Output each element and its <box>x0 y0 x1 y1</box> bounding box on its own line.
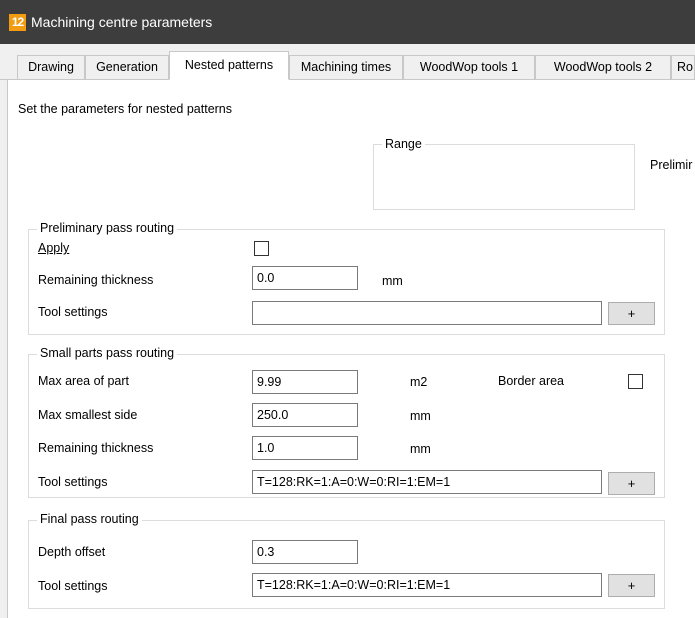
max-area-label: Max area of part <box>38 374 130 388</box>
app-icon: 12 <box>9 14 26 31</box>
preliminary-tool-label: Tool settings <box>38 305 108 319</box>
small-parts-tool-add-button[interactable]: + <box>608 472 655 495</box>
title-bar: 12 Machining centre parameters <box>0 0 695 44</box>
tab-generation[interactable]: Generation <box>85 55 169 79</box>
depth-offset-label: Depth offset <box>38 545 106 559</box>
preliminary-remaining-unit: mm <box>382 274 403 288</box>
preliminary-remaining-label: Remaining thickness <box>38 273 154 287</box>
preliminary-pass-legend: Preliminary pass routing <box>37 221 178 235</box>
tab-nested-patterns[interactable]: Nested patterns <box>169 51 289 80</box>
final-tool-add-button[interactable]: + <box>608 574 655 597</box>
apply-label: Apply <box>38 241 70 255</box>
final-pass-legend: Final pass routing <box>37 512 142 526</box>
tab-ro[interactable]: Ro <box>671 55 695 79</box>
depth-offset-input[interactable]: 0.3 <box>252 540 358 564</box>
small-parts-remaining-label: Remaining thickness <box>38 441 154 455</box>
apply-checkbox[interactable] <box>254 241 269 256</box>
max-area-input[interactable]: 9.99 <box>252 370 358 394</box>
border-area-checkbox[interactable] <box>628 374 643 389</box>
preliminary-remaining-input[interactable]: 0.0 <box>252 266 358 290</box>
tab-woodwop-tools-2[interactable]: WoodWop tools 2 <box>535 55 671 79</box>
max-smallest-side-input[interactable]: 250.0 <box>252 403 358 427</box>
small-parts-remaining-input[interactable]: 1.0 <box>252 436 358 460</box>
small-parts-remaining-unit: mm <box>410 442 431 456</box>
max-smallest-side-label: Max smallest side <box>38 408 138 422</box>
border-area-label: Border area <box>498 374 565 388</box>
range-legend: Range <box>382 137 425 151</box>
max-area-unit: m2 <box>410 375 428 389</box>
window-title: Machining centre parameters <box>31 14 213 30</box>
final-tool-label: Tool settings <box>38 579 108 593</box>
intro-text: Set the parameters for nested patterns <box>18 102 233 116</box>
preliminary-tool-input[interactable] <box>252 301 602 325</box>
preliminary-tool-add-button[interactable]: + <box>608 302 655 325</box>
preliminary-side-label: Prelimir <box>650 158 693 172</box>
final-tool-input[interactable]: T=128:RK=1:A=0:W=0:RI=1:EM=1 <box>252 573 602 597</box>
small-parts-tool-input[interactable]: T=128:RK=1:A=0:W=0:RI=1:EM=1 <box>252 470 602 494</box>
small-parts-tool-label: Tool settings <box>38 475 108 489</box>
tab-machining-times[interactable]: Machining times <box>289 55 403 79</box>
tab-woodwop-tools-1[interactable]: WoodWop tools 1 <box>403 55 535 79</box>
small-parts-legend: Small parts pass routing <box>37 346 178 360</box>
tab-drawing[interactable]: Drawing <box>17 55 85 79</box>
max-smallest-side-unit: mm <box>410 409 431 423</box>
range-group <box>373 144 635 210</box>
